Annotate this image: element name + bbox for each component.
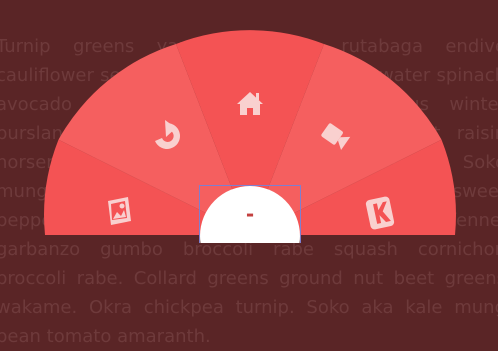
center-label: -: [245, 202, 255, 226]
center-button-focus-ring: -: [199, 185, 301, 243]
center-close-button[interactable]: -: [200, 186, 300, 243]
